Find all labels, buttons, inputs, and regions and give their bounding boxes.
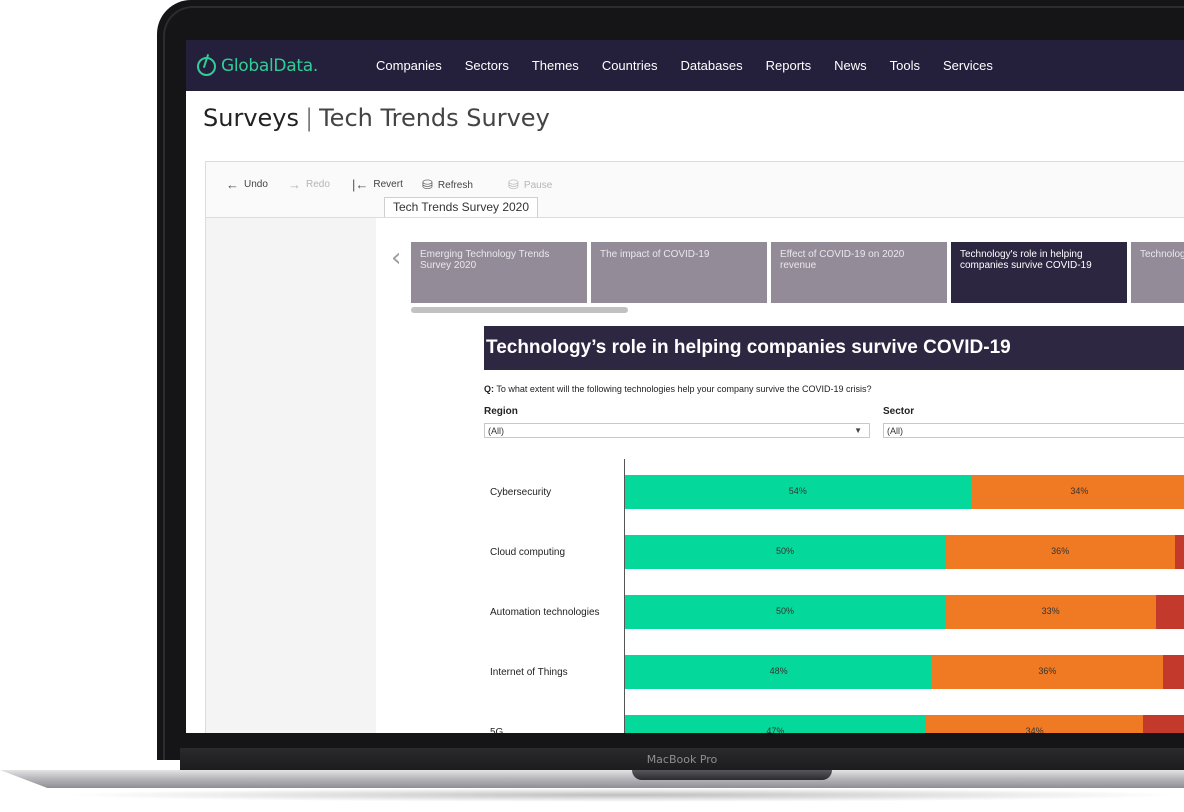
refresh-database-icon: ⛁ [422,177,433,192]
laptop-notch [632,770,832,780]
laptop-chin: MacBook Pro [180,748,1184,770]
arrow-right-icon: → [288,177,301,192]
bar-value-label: 34% [1025,726,1044,733]
story-point-3[interactable]: Effect of COVID-19 on 2020 revenue [771,242,947,303]
arrow-left-icon: ← [226,177,239,192]
viz-toolbar: ← Undo → Redo |← Revert ⛁ Refresh ⛁ Pause [206,162,1184,202]
nav-companies[interactable]: Companies [376,58,442,73]
sector-filter-select[interactable]: (All) [883,423,1184,438]
bar-value-label: 54% [788,486,807,496]
nav-tools[interactable]: Tools [890,58,920,73]
tab-tech-trends-survey-2020[interactable]: Tech Trends Survey 2020 [384,197,538,218]
nav-reports[interactable]: Reports [766,58,812,73]
region-filter-value: (All) [488,426,504,436]
redo-label: Redo [306,179,330,190]
left-panel [206,218,376,733]
story-point-2[interactable]: The impact of COVID-19 [591,242,767,303]
chevron-left-icon[interactable]: ‹ [391,243,401,273]
top-navbar: GlobalData. Companies Sectors Themes Cou… [186,40,1184,91]
refresh-button[interactable]: ⛁ Refresh [422,177,473,193]
pause-label: Pause [523,179,553,191]
question-prefix: Q: [484,384,494,394]
main-nav: Companies Sectors Themes Countries Datab… [376,58,1016,73]
pause-button[interactable]: ⛁ Pause [508,177,552,193]
logo[interactable]: GlobalData. [197,54,318,78]
region-filter-select[interactable]: (All) ▼ [484,423,870,438]
bar-segment[interactable] [1162,655,1184,689]
screen: GlobalData. Companies Sectors Themes Cou… [186,40,1184,733]
nav-news[interactable]: News [834,58,867,73]
bar-segment[interactable] [1175,535,1184,569]
laptop-shadow [60,788,1184,802]
category-label: 5G [490,727,504,733]
category-label: Internet of Things [490,667,568,678]
nav-databases[interactable]: Databases [680,58,742,73]
region-filter-label: Region [484,406,518,417]
globaldata-logo-icon [197,56,216,76]
bar-value-label: 34% [1070,486,1089,496]
device-label: MacBook Pro [646,753,718,766]
nav-countries[interactable]: Countries [602,58,658,73]
bar-value-label: 36% [1051,546,1070,556]
undo-button[interactable]: ← Undo [226,177,268,192]
story-point-4[interactable]: Technology's role in helping companies s… [951,242,1127,303]
bar-value-label: 50% [775,546,795,556]
undo-label: Undo [244,179,268,190]
bar-value-label: 33% [1041,606,1060,616]
redo-button[interactable]: → Redo [288,177,330,192]
nav-services[interactable]: Services [943,58,993,73]
dropdown-arrow-icon: ▼ [854,426,862,435]
story-point-5[interactable]: Technolog sentiment [1131,242,1184,303]
refresh-label: Refresh [437,179,473,191]
question-text: To what extent will the following techno… [496,384,872,394]
sector-filter-value: (All) [887,426,903,436]
laptop-base [0,770,1184,788]
category-label: Automation technologies [490,607,600,618]
page-subtitle: Tech Trends Survey [319,104,550,132]
page-title: Surveys | Tech Trends Survey [203,104,550,132]
revert-label: Revert [373,179,403,190]
viz-title-bar: Technology’s role in helping companies s… [484,326,1184,370]
bar-value-label: 36% [1038,666,1057,676]
revert-icon: |← [352,177,369,192]
survey-question: Q: To what extent will the following tec… [484,384,872,394]
dashboard: ‹ Emerging Technology Trends Survey 2020… [376,218,1184,733]
bar-value-label: 50% [775,606,795,616]
nav-sectors[interactable]: Sectors [465,58,509,73]
category-label: Cybersecurity [490,487,552,498]
revert-button[interactable]: |← Revert [352,177,403,192]
bar-segment[interactable] [1143,715,1184,733]
bar-segment[interactable] [1156,595,1184,629]
title-separator: | [305,104,314,132]
tableau-embed: ← Undo → Redo |← Revert ⛁ Refresh ⛁ Pause Tec… [205,161,1184,733]
category-label: Cloud computing [490,547,566,558]
story-point-1[interactable]: Emerging Technology Trends Survey 2020 [411,242,587,303]
bar-value-label: 47% [766,726,785,733]
viz-title: Technology’s role in helping companies s… [486,337,1011,358]
story-scrollbar[interactable] [411,307,628,313]
pause-database-icon: ⛁ [508,177,519,192]
logo-text: GlobalData. [221,56,318,76]
sector-filter-label: Sector [883,406,915,417]
nav-themes[interactable]: Themes [532,58,579,73]
bar-value-label: 48% [769,666,788,676]
page-title-main: Surveys [203,104,299,132]
